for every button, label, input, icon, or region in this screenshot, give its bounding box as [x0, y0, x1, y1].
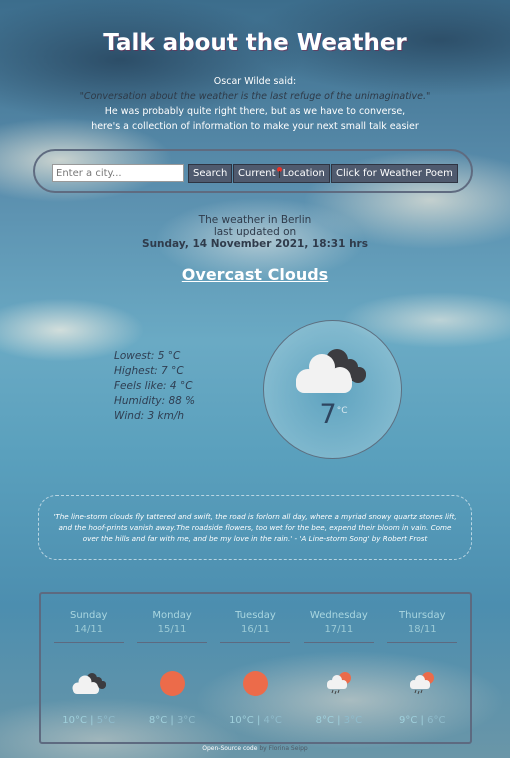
forecast-temps: 10°C | 5°C: [62, 715, 116, 726]
min-temp: 3°C: [176, 715, 196, 726]
divider: [53, 642, 124, 643]
min-temp: 3°C: [343, 715, 363, 726]
current-temp-circle: 7°C: [263, 320, 402, 459]
max-temp: 10°C: [229, 715, 254, 726]
poem-text: 'The line-storm clouds fly tattered and …: [53, 512, 457, 543]
weather-description: Overcast Clouds: [181, 265, 329, 284]
divider: [137, 642, 208, 643]
author-credit: by Florina Seipp: [259, 745, 308, 752]
forecast-day-date: 18/11: [407, 624, 437, 635]
forecast-day: Wednesday 17/11 8°C | 3°C: [303, 594, 374, 742]
forecast-day-date: 17/11: [324, 624, 354, 635]
temperature-value: 7: [319, 399, 337, 430]
cloudy-icon: [72, 673, 106, 694]
sun-icon: [242, 670, 268, 696]
search-button[interactable]: Search: [188, 164, 233, 183]
highest-temp: Highest: 7 °C: [114, 365, 184, 377]
overcast-clouds-icon: [296, 349, 366, 393]
forecast-day: Tuesday 16/11 10°C | 4°C: [220, 594, 291, 742]
max-temp: 8°C: [315, 715, 334, 726]
forecast-day-name: Sunday: [69, 610, 108, 621]
current-temperature: 7°C: [264, 399, 403, 430]
intro-quote: "Conversation about the weather is the l…: [79, 91, 431, 102]
forecast-day-date: 16/11: [241, 624, 270, 635]
min-temp: 6°C: [427, 715, 446, 726]
location-info: The weather in Berlin last updated on Su…: [0, 214, 510, 250]
forecast-temps: 8°C | 3°C: [315, 715, 363, 726]
intro-line: here's a collection of information to ma…: [91, 121, 419, 132]
forecast-temps: 9°C | 6°C: [399, 715, 446, 726]
forecast-day-name: Wednesday: [309, 610, 368, 621]
feels-like: Feels like: 4 °C: [114, 380, 193, 392]
forecast-day-name: Thursday: [399, 610, 446, 621]
forecast-day: Sunday 14/11 10°C | 5°C: [53, 594, 124, 742]
open-source-link[interactable]: Open-Source code: [202, 745, 257, 752]
divider: [220, 642, 291, 643]
intro-attribution: Oscar Wilde said:: [213, 76, 297, 87]
sun-icon: [159, 670, 185, 696]
weather-poem: 'The line-storm clouds fly tattered and …: [38, 495, 472, 560]
divider: [387, 642, 458, 643]
rain-sun-icon: [326, 672, 351, 695]
rain-sun-icon: [410, 672, 435, 695]
current-label: Current: [238, 168, 276, 179]
min-temp: 5°C: [96, 715, 116, 726]
weather-poem-button[interactable]: Click for Weather Poem: [331, 164, 458, 183]
forecast-day-date: 15/11: [157, 624, 187, 635]
page-title: Talk about the Weather: [103, 30, 407, 56]
forecast-panel: Sunday 14/11 10°C | 5°C Monday 15/11 8°C…: [39, 592, 472, 744]
lowest-temp: Lowest: 5 °C: [114, 350, 181, 362]
wind: Wind: 3 km/h: [114, 410, 185, 422]
min-temp: 4°C: [263, 715, 282, 726]
city-name: Berlin: [280, 214, 312, 226]
max-temp: 9°C: [399, 715, 418, 726]
temperature-unit: °C: [336, 406, 348, 416]
forecast-day: Monday 15/11 8°C | 3°C: [137, 594, 208, 742]
current-location-button[interactable]: Current Location: [233, 164, 330, 183]
humidity: Humidity: 88 %: [114, 395, 196, 407]
footer: Open-Source code by Florina Seipp: [0, 745, 510, 752]
weather-details: Lowest: 5 °C Highest: 7 °C Feels like: 4…: [114, 349, 195, 424]
max-temp: 8°C: [148, 715, 168, 726]
forecast-day: Thursday 18/11 9°C | 6°C: [387, 594, 458, 742]
forecast-temps: 10°C | 4°C: [229, 715, 282, 726]
map-pin-icon: [276, 167, 282, 178]
location-prefix: The weather in: [198, 214, 278, 226]
updated-date: Sunday, 14 November 2021, 18:31 hrs: [142, 238, 368, 250]
location-label: Location: [282, 168, 325, 179]
divider: [303, 642, 374, 643]
forecast-day-date: 14/11: [74, 624, 104, 635]
intro-line: He was probably quite right there, but a…: [104, 106, 406, 117]
max-temp: 10°C: [62, 715, 87, 726]
intro: Oscar Wilde said: "Conversation about th…: [0, 74, 510, 134]
forecast-day-name: Monday: [152, 610, 192, 621]
city-search-input[interactable]: [52, 164, 184, 182]
forecast-day-name: Tuesday: [235, 610, 276, 621]
updated-label: last updated on: [213, 226, 297, 238]
forecast-temps: 8°C | 3°C: [148, 715, 196, 726]
